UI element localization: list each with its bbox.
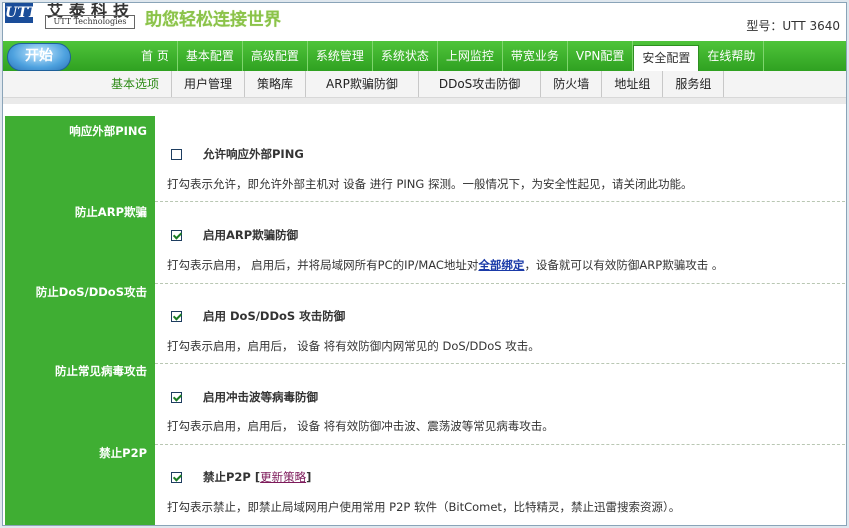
nav-home[interactable]: 首 页 [133, 41, 178, 71]
subtab-service-group[interactable]: 服务组 [663, 71, 725, 97]
divider [155, 444, 845, 445]
side-label-virus: 防止常见病毒攻击 [55, 364, 147, 378]
sub-nav: 基本选项 用户管理 策略库 ARP欺骗防御 DDoS攻击防御 防火墙 地址组 服… [3, 71, 846, 98]
subtab-user-management[interactable]: 用户管理 [172, 71, 246, 97]
arp-defense-label: 启用ARP欺骗防御 [203, 228, 299, 242]
side-label-ping: 响应外部PING [69, 124, 147, 138]
app-window: UTT 艾泰科技 UTT Technologies 助您轻松连接世界 型号：UT… [2, 2, 847, 526]
block-p2p-desc: 打勾表示禁止，即禁止局域网用户使用常用 P2P 软件（BitComet，比特精灵… [167, 500, 681, 514]
nav-security-config[interactable]: 安全配置 [633, 45, 700, 72]
nav-internet-monitor[interactable]: 上网监控 [438, 41, 503, 71]
arp-desc-post: ，设备就可以有效防御ARP欺骗攻击 。 [524, 258, 724, 272]
side-label-p2p: 禁止P2P [99, 446, 147, 460]
block-p2p-label: 禁止P2P [更新策略] [203, 470, 312, 484]
nav-bandwidth[interactable]: 带宽业务 [503, 41, 568, 71]
logo-mark: UTT [5, 3, 38, 23]
divider [155, 363, 845, 364]
allow-ping-checkbox[interactable] [171, 148, 182, 160]
ddos-defense-desc: 打勾表示启用，启用后， 设备 将有效防御内网常见的 DoS/DDoS 攻击。 [167, 339, 540, 353]
side-label-arp: 防止ARP欺骗 [74, 205, 147, 219]
sub-nav-items: 基本选项 用户管理 策略库 ARP欺骗防御 DDoS攻击防御 防火墙 地址组 服… [99, 71, 725, 97]
ddos-defense-label: 启用 DoS/DDoS 攻击防御 [203, 309, 346, 323]
subtab-address-group[interactable]: 地址组 [602, 71, 664, 97]
block-p2p-checkbox[interactable] [171, 471, 182, 483]
main-nav: 开始 首 页 基本配置 高级配置 系统管理 系统状态 上网监控 带宽业务 VPN… [3, 41, 846, 72]
subtab-ddos-defense[interactable]: DDoS攻击防御 [419, 71, 542, 97]
divider [155, 201, 845, 202]
company-name-en: UTT Technologies [45, 15, 135, 29]
arp-defense-checkbox[interactable] [171, 229, 182, 241]
ddos-defense-checkbox[interactable] [171, 310, 182, 322]
nav-items: 首 页 基本配置 高级配置 系统管理 系统状态 上网监控 带宽业务 VPN配置 … [133, 41, 765, 72]
section-sidebar [5, 116, 155, 525]
content-top-bar [3, 98, 846, 104]
option-row-virus: 启用冲击波等病毒防御 [171, 389, 318, 405]
virus-defense-desc: 打勾表示启用，启用后， 设备 将有效防御冲击波、震荡波等常见病毒攻击。 [167, 419, 554, 433]
virus-defense-label: 启用冲击波等病毒防御 [203, 390, 318, 404]
bind-all-link[interactable]: 全部绑定 [478, 258, 524, 272]
option-row-ping: 允许响应外部PING [171, 146, 304, 162]
subtab-basic-options[interactable]: 基本选项 [99, 71, 173, 97]
allow-ping-desc: 打勾表示允许，即允许外部主机对 设备 进行 PING 探测。一般情况下，为安全性… [167, 177, 693, 191]
nav-vpn-config[interactable]: VPN配置 [568, 41, 634, 71]
nav-system-status[interactable]: 系统状态 [373, 41, 438, 71]
start-button[interactable]: 开始 [7, 43, 71, 71]
header: UTT 艾泰科技 UTT Technologies 助您轻松连接世界 型号：UT… [3, 3, 846, 41]
update-policy-link[interactable]: 更新策略 [260, 470, 306, 484]
subtab-firewall[interactable]: 防火墙 [541, 71, 603, 97]
nav-online-help[interactable]: 在线帮助 [699, 41, 765, 71]
nav-system-management[interactable]: 系统管理 [308, 41, 373, 71]
arp-defense-desc: 打勾表示启用， 启用后，并将局域网所有PC的IP/MAC地址对全部绑定，设备就可… [167, 257, 723, 273]
divider [155, 283, 845, 284]
virus-defense-checkbox[interactable] [171, 391, 182, 403]
model-label: 型号：UTT 3640 [746, 19, 840, 33]
block-p2p-text: 禁止P2P [203, 470, 251, 484]
arp-desc-pre: 打勾表示启用， 启用后，并将局域网所有PC的IP/MAC地址对 [167, 258, 479, 272]
nav-advanced-config[interactable]: 高级配置 [243, 41, 308, 71]
option-row-ddos: 启用 DoS/DDoS 攻击防御 [171, 308, 345, 324]
subtab-policy-library[interactable]: 策略库 [245, 71, 307, 97]
option-row-p2p: 禁止P2P [更新策略] [171, 469, 311, 485]
nav-basic-config[interactable]: 基本配置 [178, 41, 243, 71]
subtab-arp-defense[interactable]: ARP欺骗防御 [306, 71, 419, 97]
side-label-ddos: 防止DoS/DDoS攻击 [35, 285, 147, 299]
option-row-arp: 启用ARP欺骗防御 [171, 227, 298, 243]
slogan: 助您轻松连接世界 [145, 10, 281, 30]
allow-ping-label: 允许响应外部PING [203, 147, 304, 161]
